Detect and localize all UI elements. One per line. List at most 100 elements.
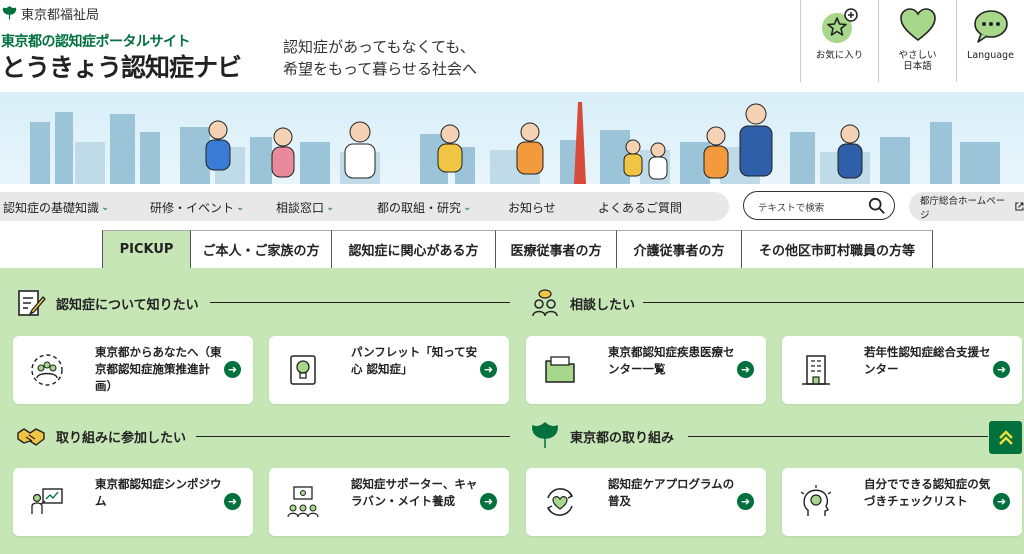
arrow-right-icon: ➜ xyxy=(480,493,497,510)
site-header: 東京都福祉局 東京都の認知症ポータルサイト とうきょう認知症ナビ 認知症があって… xyxy=(0,0,1024,92)
card-care-program[interactable]: 認知症ケアプログラムの普及 ➜ xyxy=(526,468,766,536)
section-divider xyxy=(210,302,510,303)
search-icon[interactable] xyxy=(868,197,886,215)
speech-bubble-icon xyxy=(973,10,1008,43)
star-plus-icon xyxy=(821,8,858,43)
card-symposium[interactable]: 東京都認知症シンポジウム ➜ xyxy=(13,468,253,536)
nav-item-label: お知らせ xyxy=(508,201,556,215)
tab-interested[interactable]: 認知症に関心がある方 xyxy=(332,230,496,268)
card-icon-box xyxy=(782,336,850,404)
easy-japanese-button[interactable]: やさしい 日本語 xyxy=(878,0,956,82)
tagline: 認知症があってもなくても、 希望をもって暮らせる社会へ xyxy=(283,36,477,80)
section-divider xyxy=(643,302,1024,303)
card-label: 自分でできる認知症の気づきチェックリスト xyxy=(864,477,991,508)
card-label: 東京都認知症疾患医療センター一覧 xyxy=(608,345,735,376)
tab-care[interactable]: 介護従事者の方 xyxy=(617,230,742,268)
nav-item-basics[interactable]: 認知症の基礎知識 ⌄ xyxy=(3,199,109,216)
language-button[interactable]: Language xyxy=(956,0,1024,82)
arrow-right-icon: ➜ xyxy=(480,361,497,378)
card-icon-box xyxy=(526,468,594,536)
card-medical-centers[interactable]: 東京都認知症疾患医療センター一覧 ➜ xyxy=(526,336,766,404)
section-tokyo-title: 東京都の取り組み xyxy=(530,421,674,451)
arrow-right-icon: ➜ xyxy=(224,361,241,378)
nav-item-label: 認知症の基礎知識 xyxy=(3,201,100,215)
training-icon xyxy=(287,486,319,518)
nav-item-faq[interactable]: よくあるご質問 xyxy=(598,199,682,216)
metro-home-label: 都庁総合ホームページ xyxy=(920,195,1006,221)
head-check-icon xyxy=(800,485,832,516)
section-learn-label: 認知症について知りたい xyxy=(56,297,199,313)
easy-japanese-label-line-1: やさしい xyxy=(898,50,937,61)
tagline-line-2: 希望をもって暮らせる社会へ xyxy=(283,60,477,78)
nav-item-training-events[interactable]: 研修・イベント ⌄ xyxy=(150,199,244,216)
easy-japanese-label: やさしい 日本語 xyxy=(898,50,936,72)
heart-cycle-icon xyxy=(546,488,574,516)
nav-item-label: 都の取組・研究 xyxy=(377,201,462,215)
arrow-right-icon: ➜ xyxy=(737,361,754,378)
section-consult-title: 相談したい xyxy=(530,288,635,318)
nav-item-label: よくあるご質問 xyxy=(598,201,683,215)
nav-item-consultation[interactable]: 相談窓口 ⌄ xyxy=(276,199,334,216)
card-pamphlet[interactable]: パンフレット「知って安心 認知症」 ➜ xyxy=(269,336,509,404)
card-label: 認知症サポーター、キャラバン・メイト養成 xyxy=(351,477,478,508)
card-tokyo-plan[interactable]: 東京都からあなたへ（東京都認知症施策推進計画） ➜ xyxy=(13,336,253,404)
metro-home-link[interactable]: 都庁総合ホームページ xyxy=(909,192,1024,221)
section-consult-label: 相談したい xyxy=(570,297,636,313)
card-label: 東京都認知症シンポジウム xyxy=(95,477,222,508)
agency-logo-link[interactable]: 東京都福祉局 xyxy=(2,4,99,23)
card-icon-box xyxy=(269,336,337,404)
arrow-right-icon: ➜ xyxy=(993,493,1010,510)
handshake-icon xyxy=(17,428,45,446)
city-people-illustration xyxy=(30,102,1000,184)
card-icon-box xyxy=(13,468,81,536)
tab-municipal[interactable]: その他区市町村職員の方等 xyxy=(742,230,933,268)
tab-pickup[interactable]: PICKUP xyxy=(102,230,191,268)
scroll-to-top-button[interactable] xyxy=(989,421,1022,454)
tab-family[interactable]: ご本人・ご家族の方 xyxy=(191,230,332,268)
section-tokyo-label: 東京都の取り組み xyxy=(570,430,675,446)
chevron-down-icon: ⌄ xyxy=(101,202,110,213)
people-talk-icon xyxy=(532,289,558,317)
card-icon-box xyxy=(782,468,850,536)
favorites-button[interactable]: お気に入り xyxy=(800,0,878,82)
presentation-icon xyxy=(31,488,63,514)
section-divider xyxy=(688,436,988,437)
nav-item-initiatives[interactable]: 都の取組・研究 ⌄ xyxy=(377,199,471,216)
global-nav: 認知症の基礎知識 ⌄ 研修・イベント ⌄ 相談窓口 ⌄ 都の取組・研究 ⌄ お知らせ よ… xyxy=(0,192,729,221)
easy-japanese-label-line-2: 日本語 xyxy=(903,61,932,72)
section-divider xyxy=(196,436,510,437)
card-young-onset[interactable]: 若年性認知症総合支援センター ➜ xyxy=(782,336,1022,404)
card-icon-box xyxy=(13,336,81,404)
double-chevron-up-icon xyxy=(998,429,1013,445)
card-label: 若年性認知症総合支援センター xyxy=(864,345,991,376)
favorites-label: お気に入り xyxy=(815,50,864,61)
building-icon xyxy=(802,355,830,385)
chevron-down-icon: ⌄ xyxy=(236,202,245,213)
card-supporter[interactable]: 認知症サポーター、キャラバン・メイト養成 ➜ xyxy=(269,468,509,536)
arrow-right-icon: ➜ xyxy=(224,493,241,510)
language-label: Language xyxy=(967,50,1014,61)
chevron-down-icon: ⌄ xyxy=(326,202,335,213)
arrow-right-icon: ➜ xyxy=(993,361,1010,378)
search-input[interactable]: テキストで検索 xyxy=(743,191,895,220)
nav-item-news[interactable]: お知らせ xyxy=(508,199,556,216)
card-checklist[interactable]: 自分でできる認知症の気づきチェックリスト ➜ xyxy=(782,468,1022,536)
ginkgo-leaf-icon xyxy=(532,421,558,448)
search-placeholder: テキストで検索 xyxy=(758,203,825,214)
chevron-down-icon: ⌄ xyxy=(463,202,472,213)
section-participate-title: 取り組みに参加したい xyxy=(16,421,186,451)
document-pen-icon xyxy=(18,290,46,316)
folder-icon xyxy=(545,356,575,383)
audience-tabs: PICKUP ご本人・ご家族の方 認知症に関心がある方 医療従事者の方 介護従事… xyxy=(102,230,933,268)
card-label: 東京都からあなたへ（東京都認知症施策推進計画） xyxy=(95,345,222,393)
tagline-line-1: 認知症があってもなくても、 xyxy=(283,38,475,56)
card-icon-box xyxy=(269,468,337,536)
heart-icon xyxy=(899,8,936,42)
external-link-icon xyxy=(1015,202,1024,211)
site-title[interactable]: とうきょう認知症ナビ xyxy=(1,48,242,84)
card-icon-box xyxy=(526,336,594,404)
section-participate-label: 取り組みに参加したい xyxy=(56,430,187,446)
tab-medical[interactable]: 医療従事者の方 xyxy=(496,230,617,268)
agency-name: 東京都福祉局 xyxy=(21,8,100,23)
arrow-right-icon: ➜ xyxy=(737,493,754,510)
